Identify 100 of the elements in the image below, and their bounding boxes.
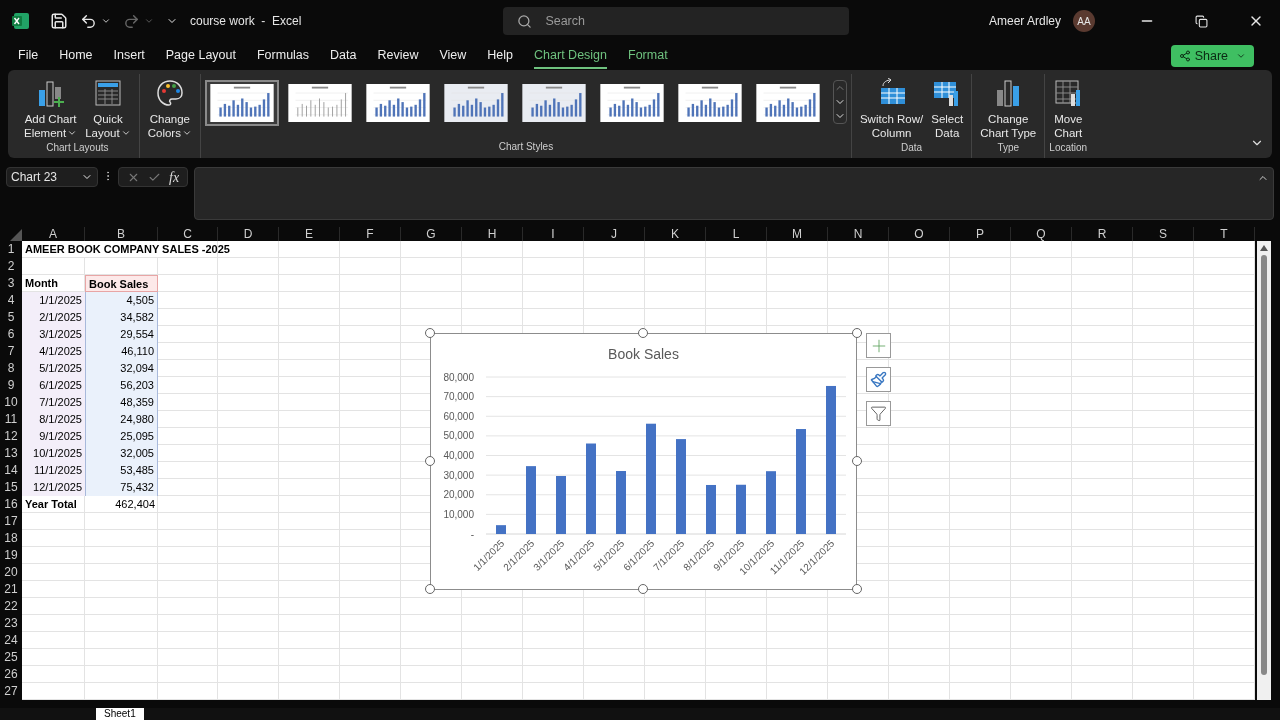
group-label: Data [900,141,924,155]
axis-tick-label: 50,000 [443,430,474,442]
chart-style-thumbnail[interactable] [204,80,279,126]
cell-text: 10/1/2025 [22,445,85,462]
formula-input[interactable] [194,167,1274,220]
row-header[interactable]: 1 [0,241,22,258]
row-header[interactable]: 17 [0,513,22,530]
spreadsheet-app-icon[interactable] [12,12,30,30]
ribbon-button[interactable]: Move Chart [1049,74,1088,140]
user-name[interactable]: Ameer Ardley [988,12,1061,30]
cell-text: 32,094 [85,360,158,377]
ribbon-button[interactable]: Quick Layout [81,74,135,140]
scroll-up-icon[interactable] [1260,245,1268,251]
cell-text: 6/1/2025 [22,377,85,394]
cell-text: 462,404 [114,497,156,512]
chart-filters-button[interactable] [866,401,891,426]
resize-handle[interactable] [852,456,862,466]
bar [736,484,746,534]
bar [526,466,536,534]
row-header[interactable]: 23 [0,615,22,632]
row-header[interactable]: 2 [0,258,22,275]
menu-tab[interactable]: Home [59,43,93,69]
resize-handle[interactable] [852,328,862,338]
cell-text: 1/1/2025 [22,292,85,309]
axis-tick-label: 60,000 [443,410,474,422]
row-header[interactable]: 18 [0,530,22,547]
row-header[interactable]: 14 [0,462,22,479]
row-header[interactable]: 19 [0,547,22,564]
cell-text: 9/1/2025 [22,428,85,445]
ribbon-button[interactable]: Select Data [927,74,968,140]
cell-text: Book Sales [85,275,158,292]
redo-icon[interactable] [123,12,140,30]
menu-tab[interactable]: Format [628,43,668,69]
row-header[interactable]: 10 [0,394,22,411]
row-header[interactable]: 5 [0,309,22,326]
group-label: Location [1049,141,1088,155]
row-header[interactable]: 9 [0,377,22,394]
bar [556,476,566,534]
row-header[interactable]: 13 [0,445,22,462]
share-button[interactable]: Share [1170,45,1254,67]
resize-handle[interactable] [638,584,648,594]
undo-icon[interactable] [80,12,97,30]
scroll-thumb[interactable] [1261,255,1267,675]
name-box[interactable]: Chart 23 [6,167,98,187]
row-header[interactable]: 27 [0,683,22,700]
menu-tab[interactable]: File [18,43,39,69]
row-header[interactable]: 25 [0,649,22,666]
row-header[interactable]: 3 [0,275,22,292]
palette-icon [154,78,185,108]
group-label: Chart Styles [497,140,555,154]
cell-text: 32,005 [85,445,158,462]
cell-text: 75,432 [85,479,158,496]
chart-elements-button[interactable] [866,333,891,358]
resize-handle[interactable] [425,328,435,338]
row-header[interactable]: 15 [0,479,22,496]
menu-tab[interactable]: Formulas [256,43,310,69]
resize-handle[interactable] [425,584,435,594]
menu-tab[interactable]: View [439,43,467,69]
gallery-scroller[interactable] [832,80,847,124]
cell-text: Month [24,276,59,291]
cell-text: 5/1/2025 [22,360,85,377]
restore-icon[interactable] [1195,14,1208,28]
row-header[interactable]: 20 [0,564,22,581]
caret-icon [1236,51,1246,61]
cell-text: 12/1/2025 [22,479,85,496]
ribbon-button[interactable]: Change Colors [143,74,196,140]
resize-handle[interactable] [638,328,648,338]
row-header[interactable]: 8 [0,360,22,377]
row-header[interactable]: 24 [0,632,22,649]
menu-tab[interactable]: Help [487,43,514,69]
menu-tab[interactable]: Page Layout [165,43,236,69]
search-field[interactable]: Search [503,7,850,35]
row-header[interactable]: 22 [0,598,22,615]
row-header[interactable]: 6 [0,326,22,343]
menu-tab[interactable]: Chart Design [534,43,607,69]
menu-tab[interactable]: Insert [113,43,145,69]
row-header[interactable]: 12 [0,428,22,445]
row-header[interactable]: 7 [0,343,22,360]
insert-function-button[interactable]: fx [169,166,180,188]
menu-tab[interactable]: Review [377,43,419,69]
caret-icon[interactable] [101,16,111,26]
brush-icon [870,371,887,388]
cell-text: 24,980 [85,411,158,428]
save-icon[interactable] [50,12,68,30]
resize-handle[interactable] [852,584,862,594]
sheet-tab[interactable]: Sheet1 [96,708,144,720]
resize-handle[interactable] [425,456,435,466]
ribbon-button[interactable]: Add Chart Element [20,74,82,140]
vertical-scrollbar[interactable] [1257,241,1271,700]
ribbon-button[interactable]: Change Chart Type [976,74,1041,140]
row-header[interactable]: 4 [0,292,22,309]
user-avatar[interactable]: AA [1073,10,1095,32]
menu-tab[interactable]: Data [330,43,357,69]
row-header[interactable]: 26 [0,666,22,683]
ribbon-button[interactable]: Switch Row/ Column [855,74,928,140]
chart-styles-button[interactable] [866,367,891,392]
layout-grid-icon [92,78,123,108]
row-header[interactable]: 21 [0,581,22,598]
row-header[interactable]: 11 [0,411,22,428]
row-header[interactable]: 16 [0,496,22,513]
